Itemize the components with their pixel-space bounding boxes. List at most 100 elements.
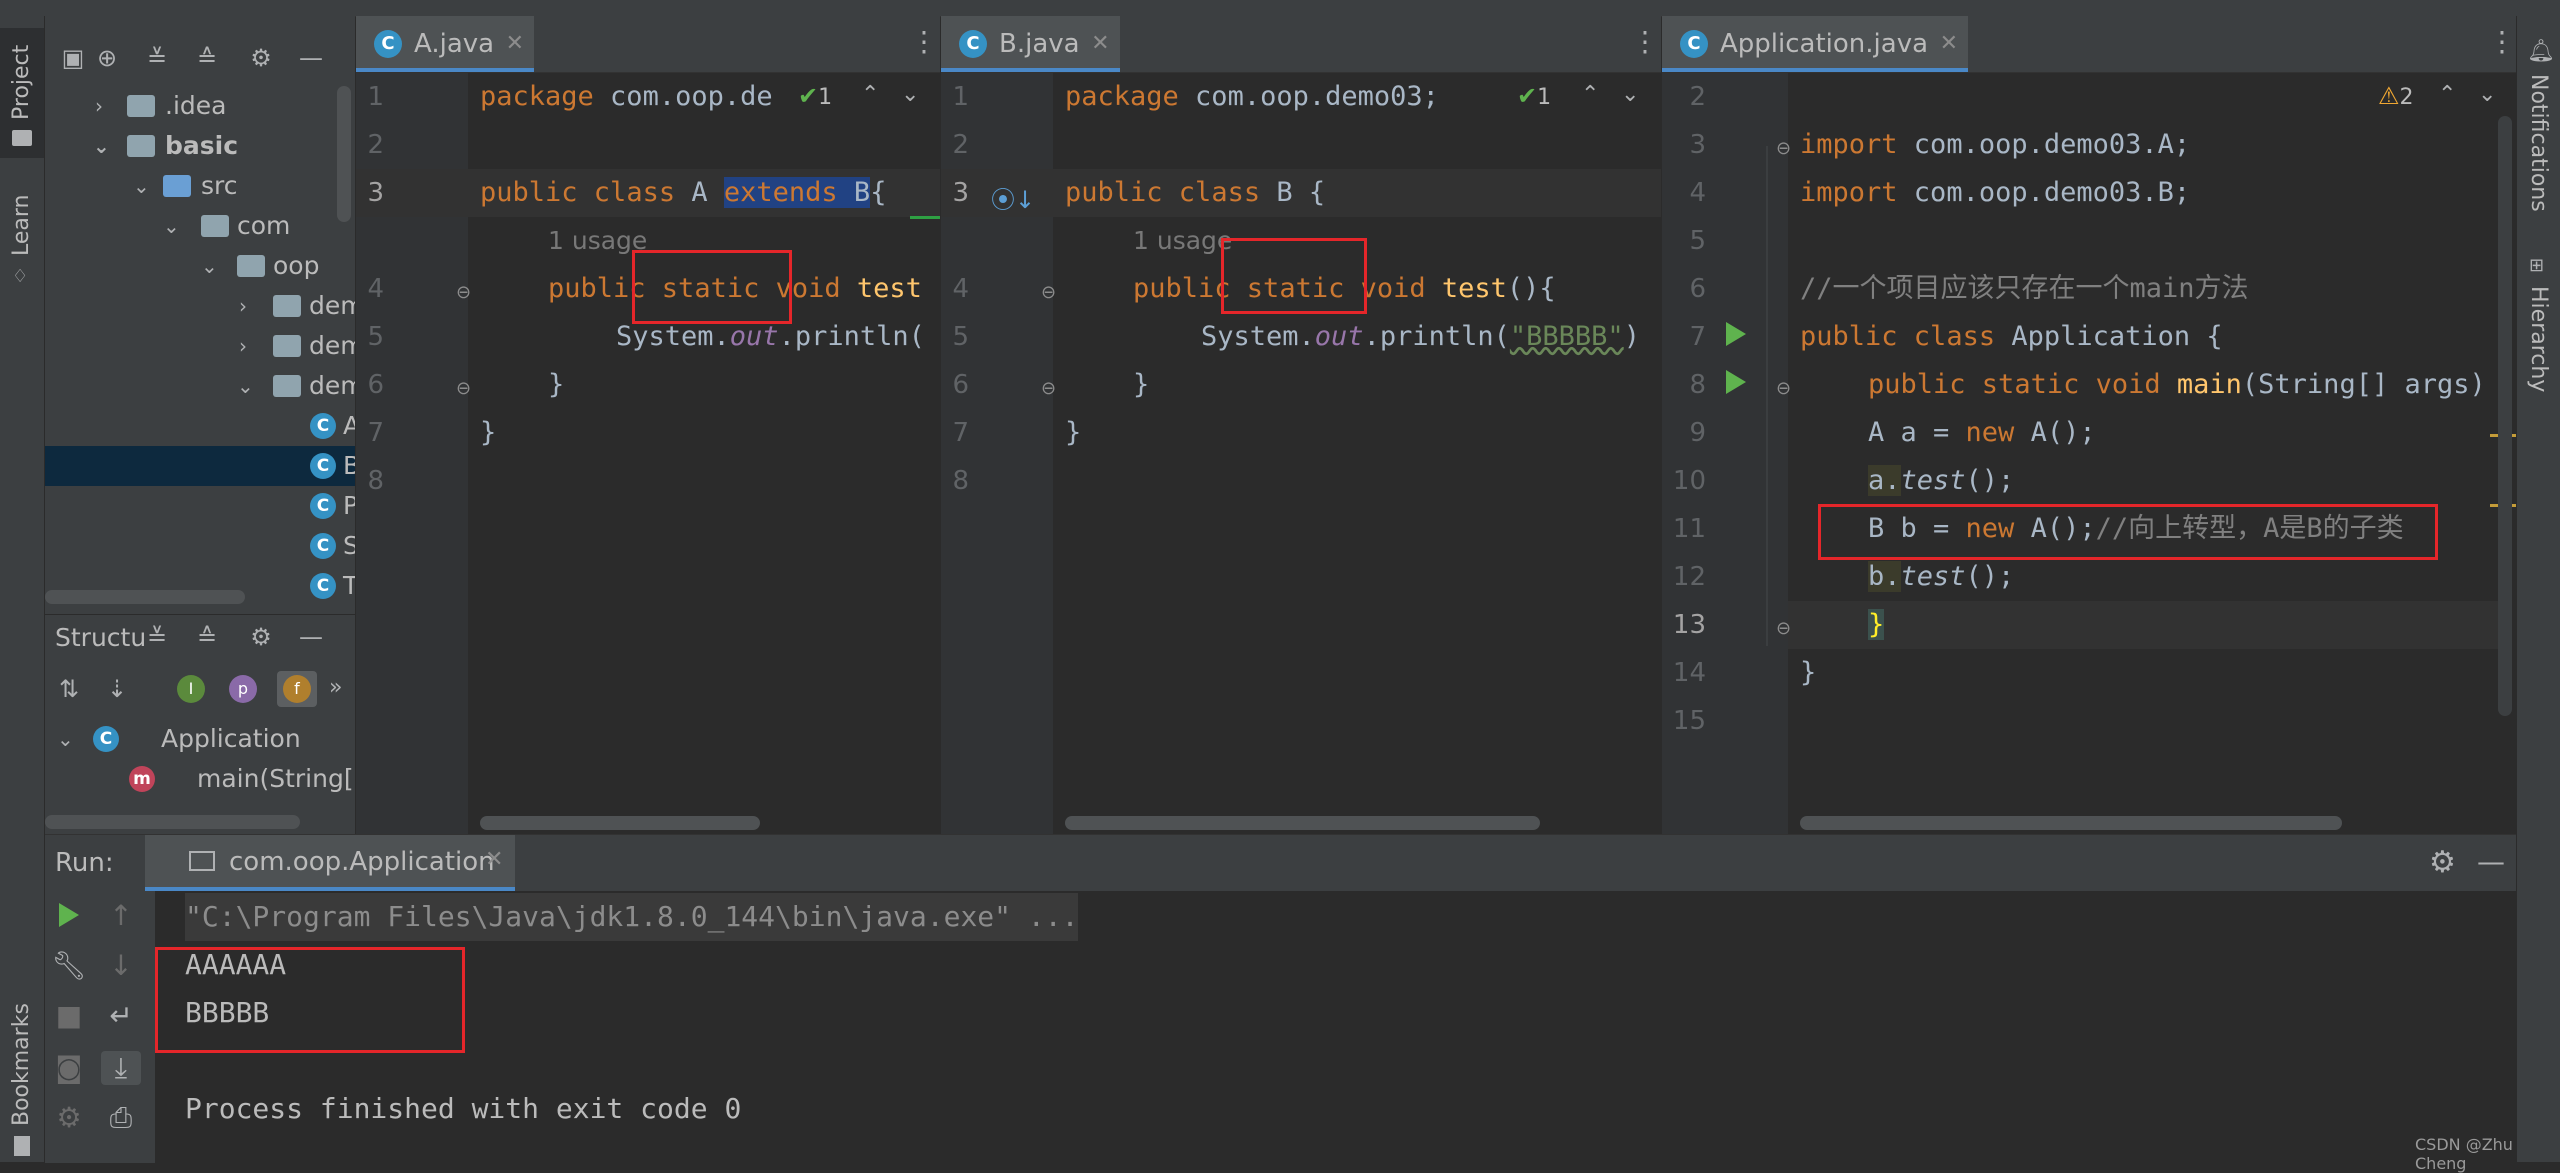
editor-vertical-scrollbar[interactable] (2498, 116, 2512, 716)
project-horizontal-scrollbar[interactable] (45, 590, 245, 604)
fold-icon[interactable]: ⊖ (456, 282, 471, 303)
tree-item-demo02[interactable]: › dem (45, 326, 355, 366)
bell-icon[interactable]: 🔔︎ (2527, 40, 2555, 64)
close-icon[interactable]: ✕ (1940, 16, 1958, 72)
fold-icon[interactable]: ⊖ (1776, 138, 1791, 159)
expand-all-icon[interactable]: ≚ (141, 621, 173, 653)
tab-b-java[interactable]: C B.java ✕ (941, 16, 1120, 72)
bookmarks-tool-tab[interactable]: Bookmarks (0, 976, 44, 1162)
close-icon[interactable]: ✕ (485, 847, 503, 872)
run-tab[interactable]: com.oop.Application ✕ (145, 835, 515, 891)
fold-icon[interactable]: ⊖ (456, 378, 471, 399)
arrow-down-icon[interactable]: ↓ (101, 949, 141, 982)
console-command-line: "C:\Program Files\Java\jdk1.8.0_144\bin\… (185, 893, 1079, 941)
usage-hint[interactable]: 1 usage (1133, 217, 1232, 265)
sort-alpha-icon[interactable]: ⇣ (107, 675, 127, 703)
watermark: CSDN @Zhu Cheng (2415, 1135, 2513, 1173)
show-properties-icon[interactable]: p (229, 675, 257, 703)
inspection-ok-icon[interactable]: ✔1 (798, 82, 832, 110)
tree-item-src[interactable]: ⌄ src (45, 166, 355, 206)
tree-item-class-a[interactable]: C A (45, 406, 355, 446)
notifications-tool-label[interactable]: Notifications (2526, 74, 2551, 212)
hierarchy-icon[interactable]: ⊞ (2529, 256, 2549, 276)
tree-item-oop[interactable]: ⌄ oop (45, 246, 355, 286)
editor-horizontal-scrollbar[interactable] (1800, 816, 2342, 830)
chevron-down-icon[interactable]: ⌄ (1621, 82, 1639, 107)
editor-horizontal-scrollbar[interactable] (480, 816, 760, 830)
package-icon (273, 335, 301, 357)
field-icon: f (283, 675, 311, 703)
run-gutter-icon[interactable] (1726, 370, 1746, 394)
soft-wrap-icon[interactable]: ↵ (101, 999, 141, 1032)
project-tool-tab[interactable]: Project (0, 28, 44, 158)
class-icon: C (93, 726, 119, 752)
more-vertical-icon[interactable]: ⋮ (910, 28, 938, 56)
collapse-all-icon[interactable]: ≙ (191, 42, 223, 74)
hierarchy-tool-label[interactable]: Hierarchy (2526, 286, 2551, 392)
rerun-icon[interactable] (49, 899, 85, 927)
tab-a-java[interactable]: C A.java ✕ (356, 16, 535, 72)
close-icon[interactable]: ✕ (506, 16, 524, 72)
editor-b-java: C B.java ✕ ⋮ 1 2 3 4 5 6 7 8 ⦿↓ ⊖ ⊖ pack… (941, 16, 1661, 834)
left-tool-stripe: Project Learn ♢ Bookmarks (0, 16, 45, 1162)
line-number: 3 (1689, 130, 1706, 160)
tree-item-class-b[interactable]: C B (45, 446, 355, 486)
gear-icon[interactable]: ⚙ (245, 42, 277, 74)
minimize-icon[interactable]: — (295, 42, 327, 74)
settings-gear-icon[interactable]: ⚙ (49, 1101, 89, 1134)
chevron-down-icon[interactable]: ⌄ (901, 82, 919, 107)
tree-item-class-s[interactable]: C S (45, 526, 355, 566)
implemented-icon[interactable]: ⦿↓ (991, 180, 1035, 215)
close-icon[interactable]: ✕ (1091, 16, 1109, 72)
tree-item-class-p[interactable]: C P (45, 486, 355, 526)
editor-tabbar: C B.java ✕ ⋮ (941, 16, 1661, 73)
print-icon[interactable]: ⎙ (101, 1101, 141, 1135)
fold-icon[interactable]: ⊖ (1776, 618, 1791, 639)
tree-item-demo03[interactable]: ⌄ dem (45, 366, 355, 406)
warning-icon[interactable]: ⚠2 (2378, 82, 2414, 110)
learn-tool-tab[interactable]: Learn ♢ (0, 176, 44, 296)
fold-icon[interactable]: ⊖ (1041, 378, 1056, 399)
line-number: 9 (1689, 418, 1706, 448)
structure-horizontal-scrollbar[interactable] (45, 815, 300, 829)
tree-item-idea[interactable]: › .idea (45, 86, 355, 126)
collapse-all-icon[interactable]: ≙ (191, 621, 223, 653)
line-number: 3 (952, 178, 969, 208)
tab-application-java[interactable]: C Application.java ✕ (1662, 16, 1969, 72)
sort-visibility-icon[interactable]: ⇅ (59, 675, 79, 703)
chevron-up-icon[interactable]: ⌃ (861, 82, 879, 107)
chevron-up-icon[interactable]: ⌃ (1581, 82, 1599, 107)
chevron-up-icon[interactable]: ⌃ (2438, 82, 2456, 107)
arrow-up-icon[interactable]: ↑ (101, 899, 141, 932)
camera-icon[interactable]: ◙ (49, 1051, 89, 1084)
chevron-down-icon[interactable]: ⌄ (2478, 82, 2496, 107)
fold-icon[interactable]: ⊖ (1041, 282, 1056, 303)
fold-icon[interactable]: ⊖ (1776, 378, 1791, 399)
stop-icon[interactable]: ■ (49, 999, 89, 1032)
structure-item-application[interactable]: ⌄ C Application (45, 719, 355, 759)
show-inherited-icon[interactable]: I (177, 675, 205, 703)
tree-item-basic[interactable]: ⌄ basic (45, 126, 355, 166)
more-vertical-icon[interactable]: ⋮ (1631, 28, 1659, 56)
structure-item-main[interactable]: m main(String[]) (45, 759, 355, 799)
gear-icon[interactable]: ⚙ (245, 621, 277, 653)
wrench-icon[interactable]: 🔧︎ (49, 949, 89, 982)
editor-horizontal-scrollbar[interactable] (1065, 816, 1540, 830)
more-vertical-icon[interactable]: ⋮ (2488, 28, 2516, 56)
tree-item-com[interactable]: ⌄ com (45, 206, 355, 246)
project-vertical-scrollbar[interactable] (337, 86, 351, 222)
scroll-to-end-icon[interactable]: ⤓ (101, 1051, 141, 1085)
gear-icon[interactable]: ⚙ (2429, 845, 2456, 880)
class-icon: C (374, 30, 402, 58)
run-gutter-icon[interactable] (1726, 322, 1746, 346)
layout-icon[interactable]: ▣ (57, 42, 89, 74)
expand-all-icon[interactable]: ≚ (141, 42, 173, 74)
tree-item-demo01[interactable]: › dem (45, 286, 355, 326)
minimize-icon[interactable]: — (295, 621, 327, 653)
run-side-toolbar: 🔧︎ ■ ◙ ⚙ ↑ ↓ ↵ ⤓ ⎙ (45, 891, 155, 1163)
locate-icon[interactable]: ⊕ (91, 42, 123, 74)
more-icon[interactable]: » (329, 675, 342, 700)
show-fields-icon[interactable]: f (277, 671, 317, 707)
minimize-icon[interactable]: — (2477, 845, 2505, 878)
inspection-ok-icon[interactable]: ✔1 (1517, 82, 1551, 110)
